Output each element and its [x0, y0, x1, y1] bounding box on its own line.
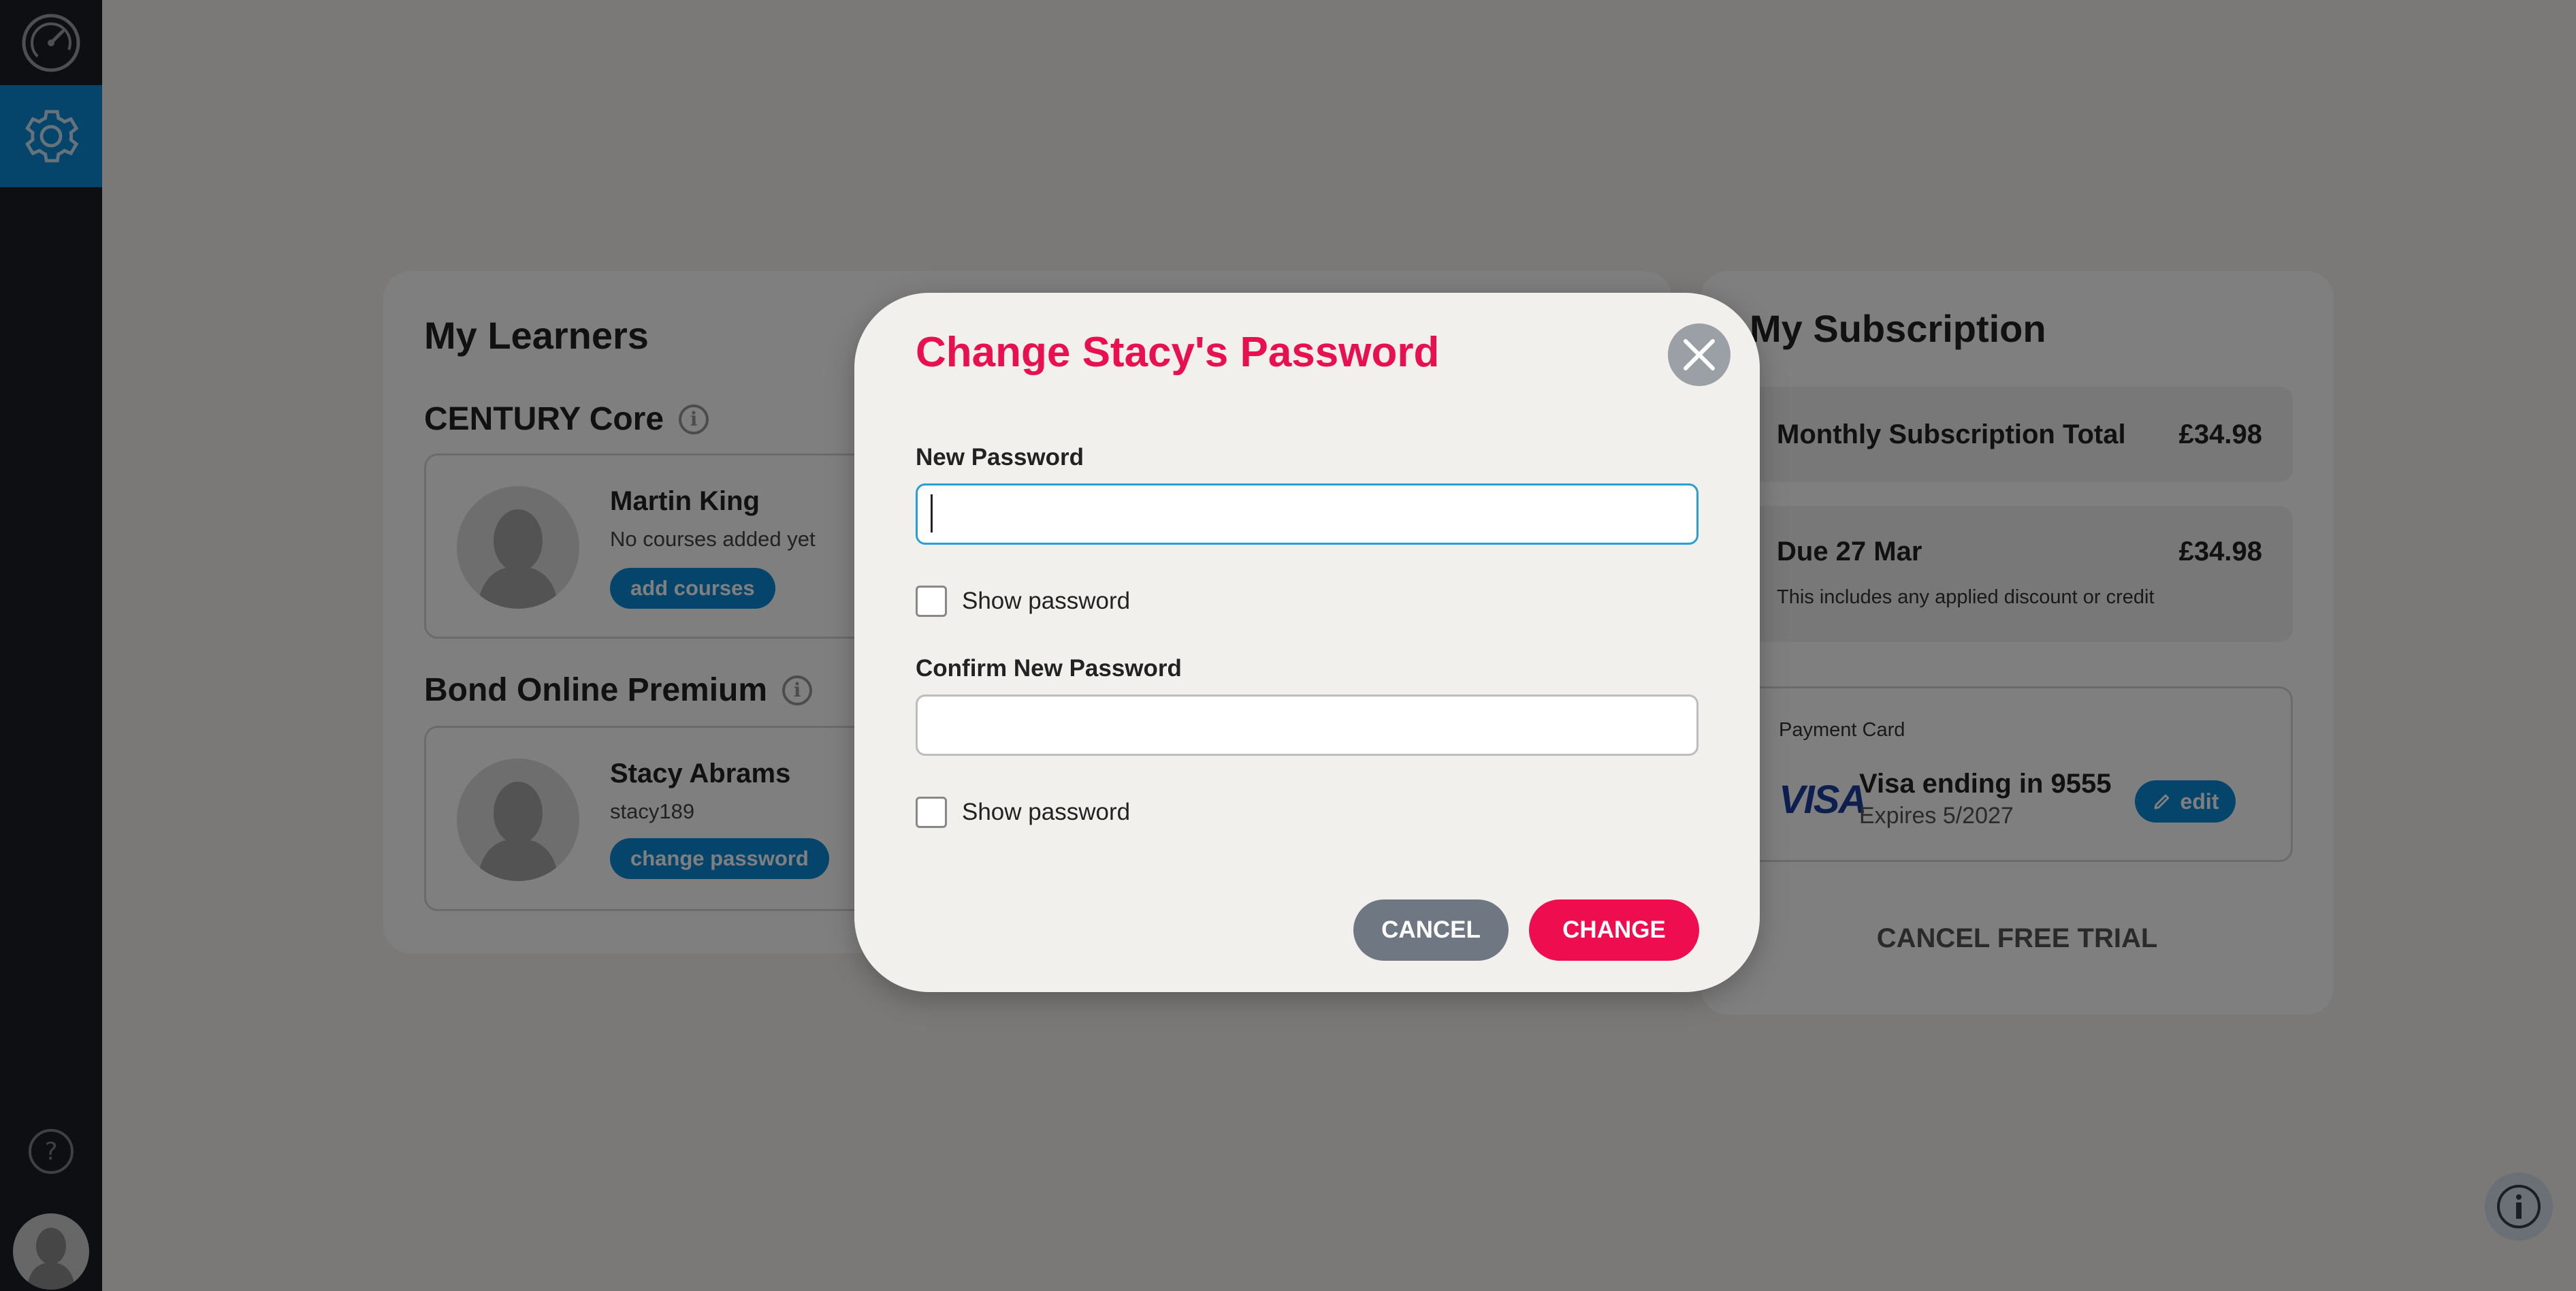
- change-button[interactable]: CHANGE: [1529, 899, 1699, 961]
- new-password-label: New Password: [916, 444, 1084, 471]
- close-button[interactable]: [1668, 323, 1730, 386]
- cancel-button[interactable]: CANCEL: [1353, 899, 1509, 961]
- show-password-checkbox[interactable]: [916, 586, 947, 617]
- show-password-label: Show password: [962, 799, 1131, 825]
- change-password-modal: Change Stacy's Password New Password Sho…: [854, 293, 1760, 992]
- confirm-password-label: Confirm New Password: [916, 655, 1182, 682]
- confirm-password-input[interactable]: [916, 695, 1698, 756]
- show-password-checkbox[interactable]: [916, 797, 947, 828]
- show-password-row-2[interactable]: Show password: [916, 797, 1130, 828]
- modal-title: Change Stacy's Password: [916, 329, 1440, 376]
- close-icon: [1684, 339, 1715, 370]
- info-icon: [2497, 1185, 2541, 1228]
- text-caret: [931, 494, 933, 532]
- new-password-input[interactable]: [916, 483, 1698, 545]
- info-fab-button[interactable]: [2485, 1173, 2553, 1241]
- show-password-label: Show password: [962, 588, 1131, 614]
- show-password-row-1[interactable]: Show password: [916, 586, 1130, 617]
